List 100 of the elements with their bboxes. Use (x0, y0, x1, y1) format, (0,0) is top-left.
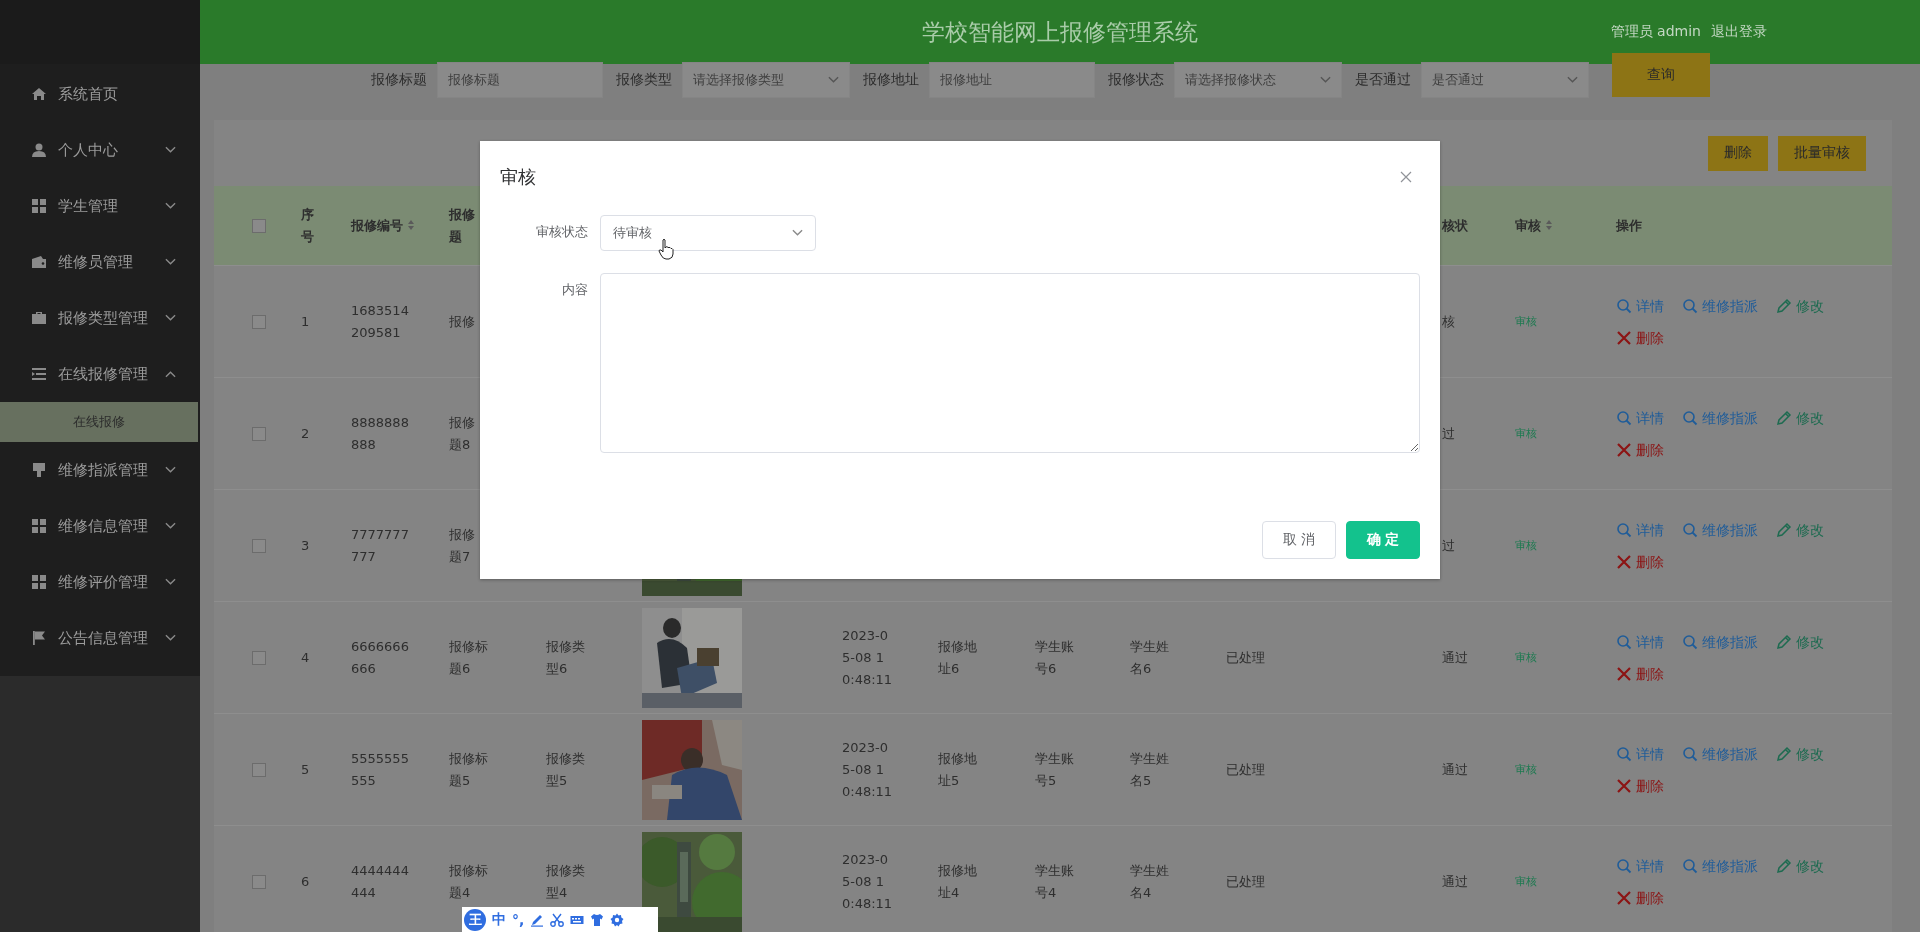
action-link[interactable]: 维修指派 (1682, 294, 1758, 317)
sidebar-item[interactable]: 维修评价管理 (0, 554, 200, 610)
logout-link[interactable]: 退出登录 (1711, 23, 1767, 41)
search-icon (1682, 745, 1698, 762)
sidebar-item[interactable]: 维修员管理 (0, 234, 200, 290)
delete-link[interactable]: 删除 (1616, 438, 1664, 461)
submenu-item[interactable]: 在线报修 (0, 402, 198, 442)
search-button[interactable]: 查询 (1612, 53, 1710, 97)
confirm-button[interactable]: 确 定 (1346, 521, 1420, 559)
sidebar-item[interactable]: 公告信息管理 (0, 610, 200, 666)
sort-icon[interactable] (407, 218, 415, 231)
pencil-icon (1776, 297, 1792, 314)
delete-icon (1616, 441, 1632, 458)
pencil-icon (1776, 409, 1792, 426)
action-link[interactable]: 维修指派 (1682, 742, 1758, 765)
checkbox[interactable] (252, 426, 266, 441)
toolbar-button[interactable]: 删除 (1708, 135, 1768, 171)
audit-link[interactable]: 审核 (1515, 875, 1537, 888)
search-field[interactable]: 报修地址 (929, 62, 1095, 98)
pencil-icon (1776, 521, 1792, 538)
table-cell: 过 (1442, 537, 1455, 553)
action-link[interactable]: 详情 (1616, 854, 1664, 877)
delete-icon (1616, 665, 1632, 682)
select-field[interactable]: 是否通过 (1421, 62, 1589, 98)
checkbox[interactable] (252, 314, 266, 329)
delete-link[interactable]: 删除 (1616, 774, 1664, 797)
edit-link[interactable]: 修改 (1776, 630, 1824, 653)
pencil-icon (1776, 633, 1792, 650)
checkbox[interactable] (252, 762, 266, 777)
action-link[interactable]: 详情 (1616, 406, 1664, 429)
shirt-icon[interactable] (590, 912, 605, 927)
column-header: 报修编号 (351, 216, 403, 235)
sidebar-item[interactable]: 维修指派管理 (0, 442, 200, 498)
delete-link[interactable]: 删除 (1616, 326, 1664, 349)
caret-down-icon (165, 634, 176, 642)
dialog-title: 审核 (500, 165, 536, 189)
sidebar-item[interactable]: 在线报修管理 (0, 346, 200, 402)
sort-icon[interactable] (1545, 218, 1553, 231)
edit-link[interactable]: 修改 (1776, 406, 1824, 429)
select-field[interactable]: 请选择报修状态 (1174, 62, 1342, 98)
sidebar-item[interactable]: 维修信息管理 (0, 498, 200, 554)
delete-link[interactable]: 删除 (1616, 550, 1664, 573)
wallet-icon (31, 254, 47, 270)
checkbox[interactable] (252, 650, 266, 665)
action-link[interactable]: 详情 (1616, 742, 1664, 765)
ime-mode[interactable]: 中 (492, 910, 506, 929)
table-cell-text: 报修标题5 (449, 749, 489, 790)
delete-link[interactable]: 删除 (1616, 886, 1664, 909)
field-label: 报修标题 (371, 71, 427, 89)
close-icon[interactable] (1400, 171, 1412, 183)
edit-link[interactable]: 修改 (1776, 294, 1824, 317)
audit-link[interactable]: 审核 (1515, 763, 1537, 776)
table-cell: 6 (301, 873, 310, 889)
edit-link[interactable]: 修改 (1776, 854, 1824, 877)
edit-link[interactable]: 修改 (1776, 742, 1824, 765)
action-link[interactable]: 详情 (1616, 294, 1664, 317)
user-label: 管理员 admin (1610, 23, 1701, 41)
action-link[interactable]: 维修指派 (1682, 630, 1758, 653)
table-cell-text: 学生账号4 (1035, 861, 1075, 902)
edit-link[interactable]: 修改 (1776, 518, 1824, 541)
caret-down-icon (165, 202, 176, 210)
scissors-icon[interactable] (550, 912, 565, 927)
search-field[interactable]: 报修标题 (437, 62, 603, 98)
flag-icon (31, 630, 47, 646)
table-cell-text: 学生姓名6 (1130, 637, 1170, 678)
action-link[interactable]: 维修指派 (1682, 518, 1758, 541)
table-cell-text: 报修 (449, 525, 476, 544)
select-field[interactable]: 请选择报修类型 (682, 62, 850, 98)
action-link[interactable]: 详情 (1616, 630, 1664, 653)
pen-icon[interactable] (530, 912, 545, 927)
toolbar-button[interactable]: 批量审核 (1778, 135, 1866, 171)
action-link[interactable]: 维修指派 (1682, 854, 1758, 877)
table-cell-text: 报修类型6 (546, 637, 586, 678)
punctuation-toggle[interactable]: °, (512, 911, 525, 928)
table-cell: 通过 (1442, 761, 1468, 777)
cancel-button[interactable]: 取 消 (1262, 521, 1336, 559)
caret-down-icon (165, 522, 176, 530)
audit-link[interactable]: 审核 (1515, 427, 1537, 440)
column-header: 审核 (1515, 216, 1541, 235)
ime-logo[interactable]: 王 (464, 908, 486, 931)
sidebar-item[interactable]: 系统首页 (0, 66, 200, 122)
caret-down-icon (165, 258, 176, 266)
checkbox[interactable] (252, 538, 266, 553)
audit-link[interactable]: 审核 (1515, 539, 1537, 552)
sidebar-item[interactable]: 学生管理 (0, 178, 200, 234)
audit-link[interactable]: 审核 (1515, 315, 1537, 328)
content-field[interactable] (600, 273, 1420, 453)
action-link[interactable]: 详情 (1616, 518, 1664, 541)
search-icon (1616, 745, 1632, 762)
settings-icon[interactable] (610, 912, 625, 927)
table-cell-text: 学生姓名5 (1130, 749, 1170, 790)
checkbox[interactable] (252, 218, 266, 233)
audit-link[interactable]: 审核 (1515, 651, 1537, 664)
table-cell-text: 报修类型4 (546, 861, 586, 902)
action-link[interactable]: 维修指派 (1682, 406, 1758, 429)
checkbox[interactable] (252, 874, 266, 889)
delete-link[interactable]: 删除 (1616, 662, 1664, 685)
sidebar-item[interactable]: 个人中心 (0, 122, 200, 178)
sidebar-item[interactable]: 报修类型管理 (0, 290, 200, 346)
table-cell-text: 2023-05-08 10:48:11 (842, 626, 894, 689)
